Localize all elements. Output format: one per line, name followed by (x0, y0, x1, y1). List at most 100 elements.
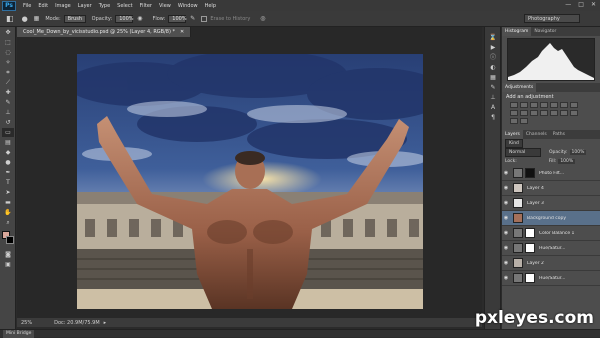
visibility-eye-icon[interactable]: ◉ (502, 215, 510, 221)
history-panel-icon[interactable]: ⌛ (487, 33, 499, 42)
menu-window[interactable]: Window (178, 3, 198, 9)
layer-row[interactable]: ◉ Color Balance 1 (502, 226, 600, 241)
brightness-contrast-icon[interactable] (510, 102, 518, 108)
menu-layer[interactable]: Layer (78, 3, 92, 9)
shape-tool-icon[interactable]: ▬ (2, 198, 14, 207)
layer-opacity-input[interactable]: 100% (569, 150, 587, 155)
tab-paths[interactable]: Paths (550, 130, 568, 139)
paragraph-panel-icon[interactable]: ¶ (487, 113, 499, 122)
menu-help[interactable]: Help (205, 3, 216, 9)
layer-row-selected[interactable]: ◉ Background copy (502, 211, 600, 226)
layer-row[interactable]: ◉ Hue/Satur... (502, 271, 600, 286)
hue-saturation-icon[interactable] (560, 102, 568, 108)
type-tool-icon[interactable]: T (2, 178, 14, 187)
photo-filter-icon[interactable] (520, 110, 528, 116)
tab-layers[interactable]: Layers (502, 130, 523, 139)
minimize-icon[interactable]: — (565, 1, 571, 8)
status-menu-icon[interactable]: ▸ (104, 320, 107, 326)
layer-row[interactable]: ◉ Layer 3 (502, 196, 600, 211)
pen-tool-icon[interactable]: ✒ (2, 168, 14, 177)
layer-mask-thumb[interactable] (525, 228, 535, 238)
layer-mask-thumb[interactable] (525, 273, 535, 283)
visibility-eye-icon[interactable]: ◉ (502, 260, 510, 266)
layer-row[interactable]: ◉ Layer 2 (502, 256, 600, 271)
character-panel-icon[interactable]: A (487, 103, 499, 112)
pressure-opacity-icon[interactable]: ◉ (137, 15, 142, 22)
tab-adjustments[interactable]: Adjustments (502, 83, 537, 92)
gradient-tool-icon[interactable]: ▤ (2, 138, 14, 147)
visibility-eye-icon[interactable]: ◉ (502, 275, 510, 281)
black-white-icon[interactable] (510, 110, 518, 116)
color-swatches[interactable] (0, 231, 15, 249)
vibrance-icon[interactable] (550, 102, 558, 108)
airbrush-icon[interactable]: ✎ (190, 15, 195, 22)
crop-tool-icon[interactable]: ⌗ (2, 68, 14, 77)
brush-size-icon[interactable]: ● (22, 15, 28, 23)
color-panel-icon[interactable]: ◐ (487, 63, 499, 72)
layer-row[interactable]: ◉ Photo Filt... (502, 166, 600, 181)
opacity-input[interactable]: 100% (115, 14, 134, 23)
gradient-map-icon[interactable] (510, 118, 518, 124)
visibility-eye-icon[interactable]: ◉ (502, 230, 510, 236)
visibility-eye-icon[interactable]: ◉ (502, 185, 510, 191)
mode-select[interactable]: Brush (63, 14, 86, 23)
tab-navigator[interactable]: Navigator (531, 27, 559, 36)
dodge-tool-icon[interactable]: ● (2, 158, 14, 167)
erase-history-checkbox[interactable] (201, 15, 208, 22)
quick-mask-icon[interactable]: ◙ (2, 250, 14, 259)
curves-icon[interactable] (530, 102, 538, 108)
zoom-tool-icon[interactable]: ⌕ (2, 218, 14, 227)
layer-row[interactable]: ◉ Hue/Satur... (502, 241, 600, 256)
brush-panel-icon[interactable]: ▦ (34, 15, 40, 22)
close-icon[interactable]: ✕ (591, 1, 596, 8)
clone-stamp-tool-icon[interactable]: ⊥ (2, 108, 14, 117)
visibility-eye-icon[interactable]: ◉ (502, 170, 510, 176)
menu-image[interactable]: Image (55, 3, 71, 9)
blend-mode-select[interactable]: Normal (505, 148, 541, 157)
eraser-tool-icon[interactable]: ▭ (2, 128, 14, 137)
color-lookup-icon[interactable] (540, 110, 548, 116)
menu-file[interactable]: File (23, 3, 31, 9)
eyedropper-tool-icon[interactable]: ⟋ (2, 78, 14, 87)
layer-kind-filter[interactable]: Kind (505, 139, 523, 148)
exposure-icon[interactable] (540, 102, 548, 108)
close-tab-icon[interactable]: ✕ (180, 29, 184, 35)
levels-icon[interactable] (520, 102, 528, 108)
layer-mask-thumb[interactable] (525, 243, 535, 253)
layer-fill-input[interactable]: 100% (558, 159, 576, 164)
history-brush-tool-icon[interactable]: ↺ (2, 118, 14, 127)
tab-histogram[interactable]: Histogram (502, 27, 532, 36)
screen-mode-icon[interactable]: ▣ (2, 260, 14, 269)
blur-tool-icon[interactable]: ◆ (2, 148, 14, 157)
zoom-level[interactable]: 25% (21, 320, 32, 326)
marquee-tool-icon[interactable]: ⬚ (2, 38, 14, 47)
eraser-tool-preset-icon[interactable]: ◧ (6, 14, 14, 23)
quick-select-tool-icon[interactable]: ✧ (2, 58, 14, 67)
selective-color-icon[interactable] (520, 118, 528, 124)
swatches-panel-icon[interactable]: ▦ (487, 73, 499, 82)
visibility-eye-icon[interactable]: ◉ (502, 245, 510, 251)
menu-select[interactable]: Select (117, 3, 132, 9)
layer-row[interactable]: ◉ Layer 4 (502, 181, 600, 196)
path-select-tool-icon[interactable]: ➤ (2, 188, 14, 197)
move-tool-icon[interactable]: ✥ (2, 28, 14, 37)
color-balance-icon[interactable] (570, 102, 578, 108)
pressure-size-icon[interactable]: ◎ (260, 15, 265, 22)
invert-icon[interactable] (550, 110, 558, 116)
menu-filter[interactable]: Filter (140, 3, 152, 9)
maximize-icon[interactable]: □ (578, 1, 584, 8)
brush-panel-icon[interactable]: ✎ (487, 83, 499, 92)
actions-panel-icon[interactable]: ▶ (487, 43, 499, 52)
flow-input[interactable]: 100% (168, 14, 187, 23)
hand-tool-icon[interactable]: ✋ (2, 208, 14, 217)
threshold-icon[interactable] (570, 110, 578, 116)
healing-tool-icon[interactable]: ✚ (2, 88, 14, 97)
background-color-swatch[interactable] (6, 236, 14, 244)
posterize-icon[interactable] (560, 110, 568, 116)
clone-source-panel-icon[interactable]: ⊥ (487, 93, 499, 102)
layer-mask-thumb[interactable] (525, 168, 535, 178)
workspace-select[interactable]: Photography (524, 14, 580, 23)
menu-view[interactable]: View (159, 3, 171, 9)
tab-channels[interactable]: Channels (523, 130, 550, 139)
lasso-tool-icon[interactable]: ◌ (2, 48, 14, 57)
